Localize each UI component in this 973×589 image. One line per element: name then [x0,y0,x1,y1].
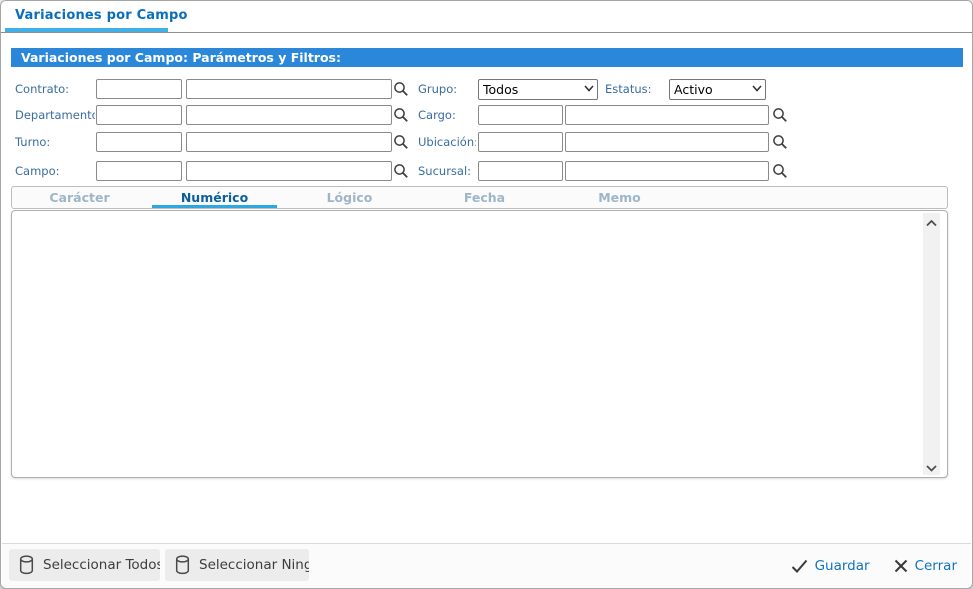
tab-caracter[interactable]: Carácter [12,187,147,208]
campo-name-input[interactable] [186,161,392,181]
campo-label: Campo: [15,161,95,181]
departamento-code-input[interactable] [96,105,182,125]
select-all-label: Seleccionar Todos [43,557,160,573]
vertical-scrollbar[interactable] [923,213,940,475]
select-all-button[interactable]: Seleccionar Todos [9,549,160,581]
turno-name-input[interactable] [186,132,392,152]
tab-fecha[interactable]: Fecha [417,187,552,208]
tab-variaciones-por-campo[interactable]: Variaciones por Campo [15,8,188,23]
grupo-label: Grupo: [418,79,476,99]
estatus-select-wrap: Activo [669,79,766,100]
tab-logico[interactable]: Lógico [282,187,417,208]
estatus-label: Estatus: [605,79,661,99]
turno-search-icon[interactable] [393,134,409,150]
grupo-select-wrap: Todos [478,79,598,100]
close-label: Cerrar [915,558,957,574]
cargo-label: Cargo: [418,105,476,125]
contrato-code-input[interactable] [96,79,182,99]
footer-bar: Seleccionar Todos Seleccionar Ninguno Gu… [2,543,971,587]
save-label: Guardar [815,558,870,574]
window-frame: Variaciones por Campo Variaciones por Ca… [0,0,973,589]
section-header: Variaciones por Campo: Parámetros y Filt… [11,48,963,67]
contrato-search-icon[interactable] [393,81,409,97]
select-none-button[interactable]: Seleccionar Ninguno [165,549,309,581]
close-button[interactable]: Cerrar [894,558,957,574]
sucursal-search-icon[interactable] [772,163,788,179]
database-icon [175,555,190,575]
campo-code-input[interactable] [96,161,182,181]
footer-actions: Guardar Cerrar [791,544,957,587]
field-type-tabstrip: Carácter Numérico Lógico Fecha Memo [11,186,948,209]
contrato-label: Contrato: [15,79,95,99]
cargo-name-input[interactable] [565,105,769,125]
scroll-up-button[interactable] [923,213,940,230]
sucursal-name-input[interactable] [565,161,769,181]
estatus-select[interactable]: Activo [669,79,766,100]
turno-code-input[interactable] [96,132,182,152]
campo-search-icon[interactable] [393,163,409,179]
variaciones-por-campo-window: Variaciones por Campo Variaciones por Ca… [0,0,973,589]
active-tab-underline [5,28,168,32]
scroll-down-button[interactable] [923,458,940,475]
grupo-select[interactable]: Todos [478,79,598,100]
sucursal-code-input[interactable] [478,161,563,181]
ubicacion-name-input[interactable] [565,132,769,152]
chevron-down-icon [926,457,937,476]
fields-list-panel [11,210,948,478]
turno-label: Turno: [15,132,95,152]
cargo-code-input[interactable] [478,105,563,125]
save-button[interactable]: Guardar [791,558,870,574]
cargo-search-icon[interactable] [772,107,788,123]
departamento-search-icon[interactable] [393,107,409,123]
tab-memo[interactable]: Memo [552,187,687,208]
sucursal-label: Sucursal: [418,161,476,181]
departamento-label: Departamento: [15,105,95,125]
select-none-label: Seleccionar Ninguno [199,557,309,573]
departamento-name-input[interactable] [186,105,392,125]
database-icon [19,555,34,575]
chevron-up-icon [926,212,937,231]
top-tab-bar: Variaciones por Campo [1,1,972,33]
close-icon [894,559,908,573]
ubicacion-code-input[interactable] [478,132,563,152]
ubicacion-label: Ubicación: [418,132,476,152]
ubicacion-search-icon[interactable] [772,134,788,150]
check-icon [791,559,808,573]
tab-numerico[interactable]: Numérico [147,187,282,208]
contrato-name-input[interactable] [186,79,392,99]
